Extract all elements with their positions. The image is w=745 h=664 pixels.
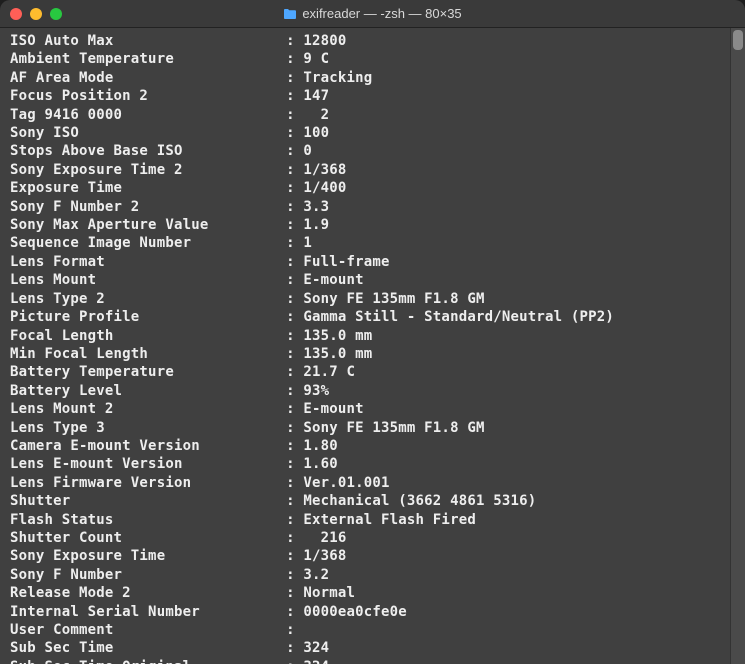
terminal-output[interactable]: ISO Auto Max : 12800Ambient Temperature …: [0, 28, 745, 664]
exif-row: Ambient Temperature : 9 C: [10, 50, 737, 68]
exif-row: Sony F Number 2 : 3.3: [10, 198, 737, 216]
zoom-window-button[interactable]: [50, 8, 62, 20]
exif-row: Sony F Number : 3.2: [10, 566, 737, 584]
exif-row: Battery Level : 93%: [10, 382, 737, 400]
exif-row: Camera E-mount Version : 1.80: [10, 437, 737, 455]
exif-row: Release Mode 2 : Normal: [10, 584, 737, 602]
exif-row: Lens Firmware Version : Ver.01.001: [10, 474, 737, 492]
exif-row: Sony Max Aperture Value : 1.9: [10, 216, 737, 234]
exif-row: Lens E-mount Version : 1.60: [10, 455, 737, 473]
exif-row: Sub Sec Time Original : 324: [10, 658, 737, 664]
exif-row: Sub Sec Time : 324: [10, 639, 737, 657]
exif-row: ISO Auto Max : 12800: [10, 32, 737, 50]
exif-row: Exposure Time : 1/400: [10, 179, 737, 197]
exif-row: Picture Profile : Gamma Still - Standard…: [10, 308, 737, 326]
exif-row: Lens Type 2 : Sony FE 135mm F1.8 GM: [10, 290, 737, 308]
exif-row: Sony Exposure Time 2 : 1/368: [10, 161, 737, 179]
scrollbar-track[interactable]: [730, 28, 745, 664]
exif-row: Sony Exposure Time : 1/368: [10, 547, 737, 565]
exif-row: Shutter : Mechanical (3662 4861 5316): [10, 492, 737, 510]
exif-row: Flash Status : External Flash Fired: [10, 511, 737, 529]
exif-row: Tag 9416 0000 : 2: [10, 106, 737, 124]
exif-row: Lens Mount : E-mount: [10, 271, 737, 289]
exif-row: Internal Serial Number : 0000ea0cfe0e: [10, 603, 737, 621]
exif-row: Sony ISO : 100: [10, 124, 737, 142]
window-title-wrap: exifreader — -zsh — 80×35: [0, 6, 745, 21]
exif-row: Shutter Count : 216: [10, 529, 737, 547]
exif-row: Stops Above Base ISO : 0: [10, 142, 737, 160]
window-title: exifreader — -zsh — 80×35: [302, 6, 461, 21]
exif-row: Lens Format : Full-frame: [10, 253, 737, 271]
exif-row: Battery Temperature : 21.7 C: [10, 363, 737, 381]
exif-row: User Comment :: [10, 621, 737, 639]
exif-row: AF Area Mode : Tracking: [10, 69, 737, 87]
traffic-lights: [10, 8, 62, 20]
exif-row: Focal Length : 135.0 mm: [10, 327, 737, 345]
exif-row: Focus Position 2 : 147: [10, 87, 737, 105]
minimize-window-button[interactable]: [30, 8, 42, 20]
exif-row: Min Focal Length : 135.0 mm: [10, 345, 737, 363]
close-window-button[interactable]: [10, 8, 22, 20]
scrollbar-thumb[interactable]: [733, 30, 743, 50]
exif-row: Lens Mount 2 : E-mount: [10, 400, 737, 418]
window-titlebar: exifreader — -zsh — 80×35: [0, 0, 745, 28]
folder-icon: [283, 8, 297, 20]
exif-row: Sequence Image Number : 1: [10, 234, 737, 252]
exif-row: Lens Type 3 : Sony FE 135mm F1.8 GM: [10, 419, 737, 437]
